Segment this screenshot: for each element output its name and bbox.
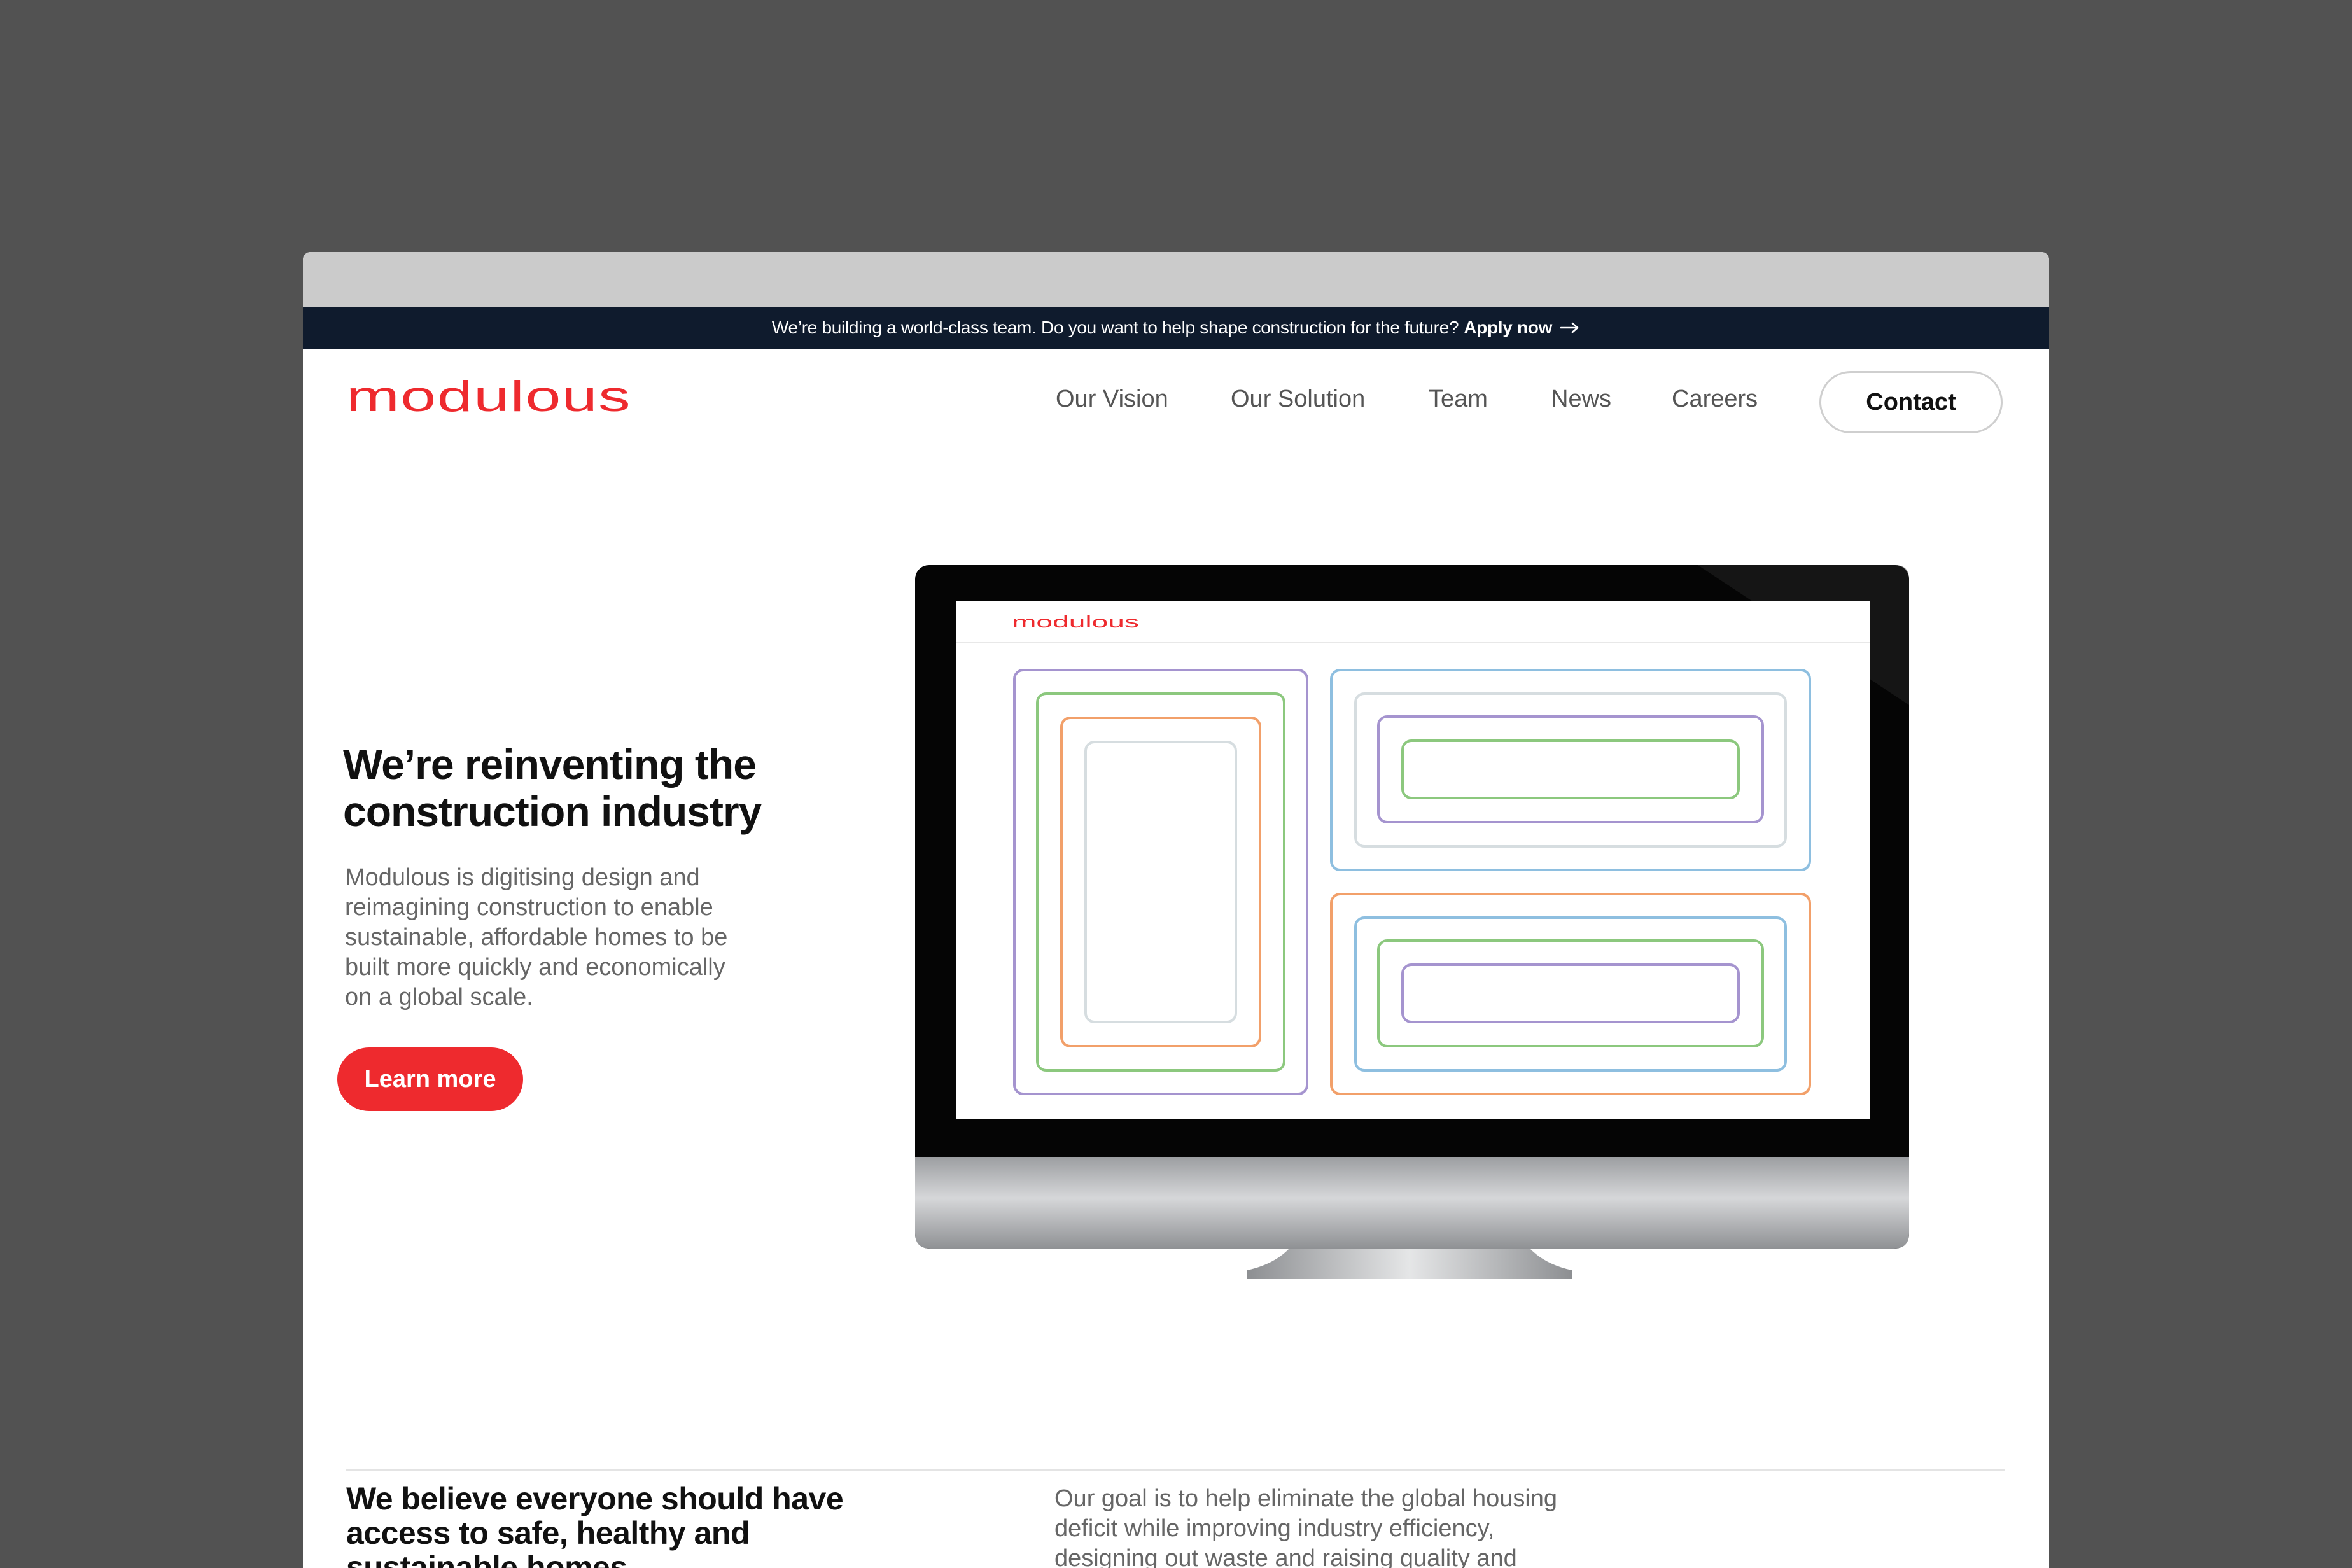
imac-illustration: modulous xyxy=(915,565,1910,1370)
hero-title: We’re reinventing the construction indus… xyxy=(343,741,762,835)
hero-description: Modulous is digitising design and reimag… xyxy=(345,864,728,1011)
arrow-right-icon xyxy=(1560,322,1579,333)
mission-text: Our goal is to help eliminate the global… xyxy=(1054,1485,1558,1568)
browser-toolbar xyxy=(303,252,2049,307)
browser-window: We’re building a world-class team. Do yo… xyxy=(303,252,2049,1568)
nav-our-vision[interactable]: Our Vision xyxy=(1056,386,1168,413)
logo-wordmark: modulous xyxy=(346,372,631,421)
modulous-logo[interactable]: modulous xyxy=(346,372,633,427)
apply-now-label: Apply now xyxy=(1464,318,1553,337)
mission-heading: We believe everyone should have access t… xyxy=(346,1481,844,1568)
svg-text:modulous: modulous xyxy=(1012,612,1139,631)
contact-button[interactable]: Contact xyxy=(1819,371,2003,433)
nav-team[interactable]: Team xyxy=(1429,386,1488,413)
section-divider xyxy=(346,1469,2005,1471)
apply-now-link[interactable]: Apply now xyxy=(1464,318,1580,338)
svg-text:modulous: modulous xyxy=(346,379,631,421)
nav-news[interactable]: News xyxy=(1551,386,1611,413)
learn-more-button[interactable]: Learn more xyxy=(337,1047,523,1111)
nav-our-solution[interactable]: Our Solution xyxy=(1231,386,1365,413)
announcement-banner: We’re building a world-class team. Do yo… xyxy=(303,307,2049,349)
nav-careers[interactable]: Careers xyxy=(1672,386,1758,413)
banner-text: We’re building a world-class team. Do yo… xyxy=(771,318,1459,337)
